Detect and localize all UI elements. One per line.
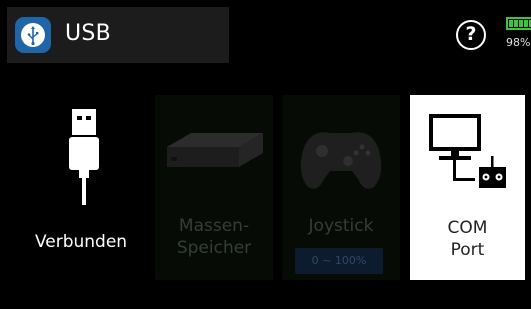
usb-trident-icon	[27, 26, 39, 46]
usb-app-badge	[15, 17, 51, 53]
mode-tile-verbunden[interactable]: Verbunden	[22, 95, 140, 280]
battery-percent: 98%	[506, 36, 531, 49]
tile-label: COM Port	[447, 218, 488, 260]
mode-tile-com-port[interactable]: COM Port	[410, 95, 525, 280]
monitor-transmitter-icon	[429, 114, 506, 188]
tile-label: Massen- Speicher	[176, 216, 252, 258]
page-title: USB	[65, 21, 112, 46]
tile-label: Verbunden	[34, 232, 128, 252]
mode-tile-massen-speicher[interactable]: Massen- Speicher	[155, 95, 273, 280]
mode-tile-joystick[interactable]: Joystick 0 ~ 100%	[282, 95, 400, 280]
title-block: USB	[7, 7, 229, 63]
tile-label: Joystick	[308, 216, 374, 236]
joystick-range-chip: 0 ~ 100%	[295, 248, 383, 274]
usb-plug-icon	[69, 109, 99, 205]
gamepad-icon	[300, 132, 382, 189]
battery-icon	[506, 17, 531, 30]
external-drive-icon	[167, 133, 263, 167]
help-button[interactable]: ?	[456, 20, 486, 50]
header-bar: USB ? 98%	[0, 0, 531, 70]
